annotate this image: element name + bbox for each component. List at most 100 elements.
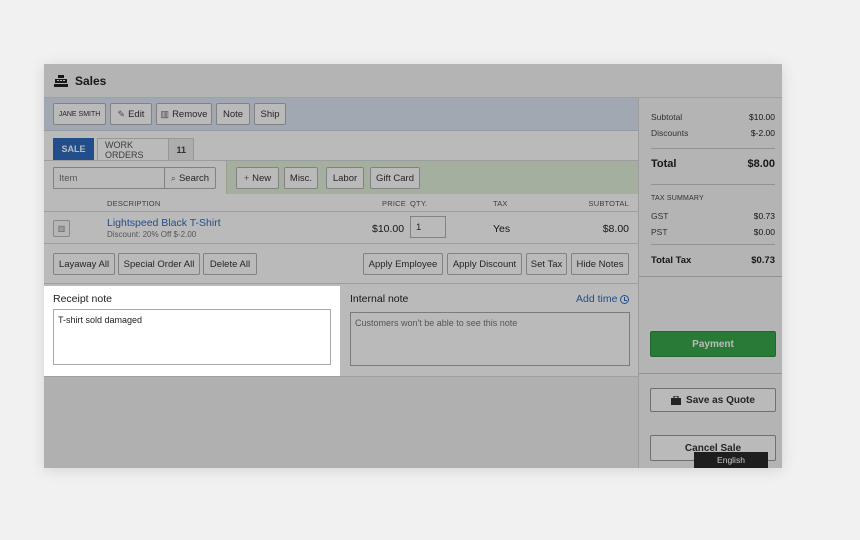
subtotal-label: Subtotal (651, 112, 683, 122)
special-order-all-button[interactable]: Special Order All (118, 253, 200, 275)
tax-summary-label: TAX SUMMARY (651, 195, 704, 202)
gst-value: $0.73 (753, 211, 775, 221)
search-label: Search (178, 172, 210, 184)
language-label: English (717, 455, 745, 465)
clock-icon (620, 294, 630, 304)
misc-label: Misc. (289, 172, 313, 184)
total-value: $8.00 (747, 158, 775, 170)
gift-card-label: Gift Card (375, 172, 414, 184)
tab-sale[interactable]: SALE (53, 138, 94, 160)
sale-panel: JANE SMITH ✎ Edit ▥ Remove Note Ship SALE … (44, 98, 638, 468)
item-subtotal: $8.00 (602, 223, 629, 235)
total-tax-label: Total Tax (651, 255, 692, 266)
ship-label: Ship (260, 108, 280, 120)
notes-section: Receipt note T-shirt sold damaged Intern… (44, 284, 638, 376)
note-label: Note (222, 108, 244, 120)
add-time-link[interactable]: Add time (576, 293, 630, 305)
note-button[interactable]: Note (216, 103, 250, 125)
customer-bar: JANE SMITH ✎ Edit ▥ Remove Note Ship (44, 98, 638, 131)
payment-button[interactable]: Payment (650, 331, 776, 357)
gift-card-button[interactable]: Gift Card (370, 167, 420, 189)
table-row: ▥ Lightspeed Black T-Shirt Discount: 20%… (44, 212, 638, 244)
item-search-input[interactable] (53, 167, 165, 189)
internal-note-field[interactable] (350, 312, 630, 366)
totals-panel: Subtotal $10.00 Discounts $-2.00 Total $… (638, 98, 782, 468)
save-as-quote-button[interactable]: Save as Quote (650, 388, 776, 412)
quote-icon (671, 395, 682, 405)
apply-discount-button[interactable]: Apply Discount (447, 253, 522, 275)
header-description: DESCRIPTION (107, 199, 161, 208)
discounts-label: Discounts (651, 128, 689, 138)
layaway-all-label: Layaway All (58, 258, 110, 270)
apply-employee-label: Apply Employee (368, 258, 438, 270)
subtotal-value: $10.00 (749, 112, 775, 122)
misc-button[interactable]: Misc. (284, 167, 318, 189)
trash-icon: ▥ (160, 108, 170, 119)
search-icon: ⌕ (170, 172, 176, 183)
language-selector[interactable]: English (694, 452, 768, 468)
header-price: PRICE (382, 199, 406, 208)
new-label: New (252, 172, 272, 184)
discounts-value: $-2.00 (750, 128, 775, 138)
trash-icon: ▥ (57, 224, 66, 233)
edit-label: Edit (128, 108, 145, 120)
remove-button[interactable]: ▥ Remove (156, 103, 212, 125)
delete-line-button[interactable]: ▥ (53, 220, 70, 237)
line-items-header: DESCRIPTION PRICE QTY. TAX SUBTOTAL (44, 194, 638, 212)
cash-register-icon (54, 74, 68, 87)
empty-area (44, 376, 638, 468)
customer-name: JANE SMITH (58, 110, 101, 118)
internal-note-label: Internal note (350, 293, 409, 305)
gst-label: GST (651, 211, 669, 221)
search-button[interactable]: ⌕ Search (164, 167, 216, 189)
delete-all-button[interactable]: Delete All (203, 253, 257, 275)
pst-label: PST (651, 227, 668, 237)
item-search-row: ⌕Search +New Misc. Labor Gift Card (44, 161, 638, 194)
receipt-note-label: Receipt note (53, 293, 112, 305)
pencil-icon: ✎ (117, 108, 126, 119)
set-tax-button[interactable]: Set Tax (526, 253, 567, 275)
sales-window: Sales JANE SMITH ✎ Edit ▥ Remove Note Ship… (44, 64, 782, 468)
title-bar: Sales (44, 64, 782, 98)
new-item-button[interactable]: + New (236, 167, 279, 189)
save-quote-label: Save as Quote (686, 394, 755, 406)
divider (639, 373, 782, 374)
ship-button[interactable]: Ship (254, 103, 286, 125)
item-tax[interactable]: Yes (493, 223, 510, 235)
item-name-link[interactable]: Lightspeed Black T-Shirt (107, 217, 221, 229)
sale-actions-row: Layaway All Special Order All Delete All… (44, 244, 638, 284)
layaway-all-button[interactable]: Layaway All (53, 253, 115, 275)
apply-employee-button[interactable]: Apply Employee (363, 253, 443, 275)
divider (651, 184, 775, 185)
receipt-note-field[interactable]: T-shirt sold damaged (53, 309, 331, 365)
divider (651, 244, 775, 245)
divider (651, 148, 775, 149)
labor-label: Labor (332, 172, 358, 184)
divider (639, 276, 782, 277)
header-qty: QTY. (410, 199, 428, 208)
hide-notes-label: Hide Notes (576, 258, 624, 270)
header-subtotal: SUBTOTAL (588, 199, 629, 208)
total-tax-value: $0.73 (751, 255, 775, 266)
item-discount: Discount: 20% Off $-2.00 (107, 230, 197, 239)
edit-button[interactable]: ✎ Edit (110, 103, 152, 125)
apply-discount-label: Apply Discount (452, 258, 517, 270)
special-order-all-label: Special Order All (123, 258, 195, 270)
customer-button[interactable]: JANE SMITH (53, 103, 106, 125)
payment-label: Payment (692, 338, 734, 350)
pst-value: $0.00 (753, 227, 775, 237)
item-price[interactable]: $10.00 (372, 223, 404, 235)
total-label: Total (651, 158, 677, 170)
tab-work-orders[interactable]: WORK ORDERS 11 (97, 138, 194, 160)
quantity-input[interactable] (410, 216, 446, 238)
tabs-row: SALE WORK ORDERS 11 (44, 131, 638, 161)
tab-work-orders-label: WORK ORDERS (105, 139, 144, 160)
delete-all-label: Delete All (209, 258, 251, 270)
work-orders-count-badge: 11 (168, 139, 193, 160)
labor-button[interactable]: Labor (326, 167, 364, 189)
page-title: Sales (75, 73, 107, 88)
set-tax-label: Set Tax (530, 258, 563, 270)
hide-notes-button[interactable]: Hide Notes (571, 253, 629, 275)
header-tax: TAX (493, 199, 508, 208)
plus-icon: + (243, 173, 250, 183)
